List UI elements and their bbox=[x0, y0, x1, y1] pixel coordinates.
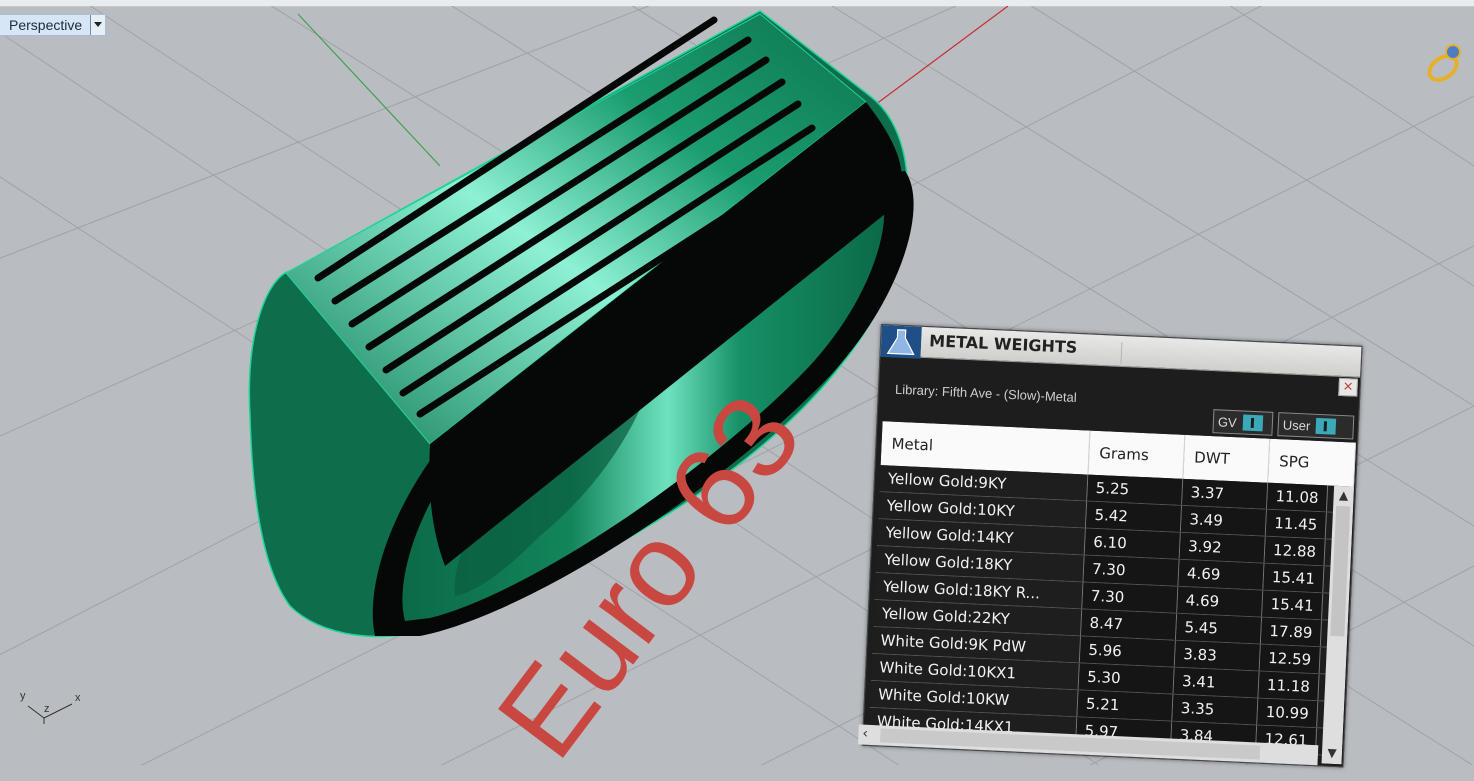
dwt-cell: 3.35 bbox=[1172, 694, 1259, 725]
spg-cell: 11.45 bbox=[1265, 509, 1327, 539]
axis-z-label: z bbox=[44, 703, 50, 715]
ring-model[interactable] bbox=[248, 10, 914, 638]
user-toggle[interactable]: User bbox=[1277, 412, 1355, 440]
grams-cell: 8.47 bbox=[1081, 609, 1178, 640]
dwt-cell: 3.92 bbox=[1179, 532, 1266, 563]
spg-cell: 11.18 bbox=[1258, 671, 1320, 701]
scroll-left-icon[interactable]: ‹ bbox=[862, 726, 868, 742]
dwt-cell: 3.83 bbox=[1174, 640, 1261, 671]
close-icon[interactable]: × bbox=[1338, 377, 1359, 397]
grams-cell: 5.42 bbox=[1085, 501, 1183, 532]
grams-cell: 5.25 bbox=[1087, 474, 1184, 505]
x-axis-line bbox=[859, 6, 1009, 117]
panel-title: METAL WEIGHTS bbox=[928, 331, 1078, 357]
grams-cell: 5.21 bbox=[1077, 690, 1174, 721]
spg-cell: 11.08 bbox=[1267, 482, 1329, 512]
vertical-scroll-thumb[interactable] bbox=[1330, 505, 1351, 637]
user-toggle-switch[interactable] bbox=[1315, 417, 1337, 435]
grams-cell: 5.30 bbox=[1078, 663, 1175, 694]
spg-cell: 10.99 bbox=[1257, 698, 1319, 728]
axis-y-label: y bbox=[20, 690, 26, 702]
ring-logo-icon[interactable] bbox=[1423, 40, 1469, 86]
viewport-title-tab[interactable]: Perspective bbox=[0, 14, 107, 36]
spg-cell: 12.88 bbox=[1264, 536, 1326, 566]
column-header-grams[interactable]: Grams bbox=[1088, 430, 1186, 479]
dwt-cell: 3.41 bbox=[1173, 667, 1260, 698]
column-header-spg[interactable]: SPG bbox=[1268, 438, 1357, 487]
metal-weights-table[interactable]: Metal Grams DWT SPG Yellow Gold:9KY 5.25 3… bbox=[867, 421, 1357, 765]
gv-toggle-switch[interactable] bbox=[1242, 414, 1264, 432]
grams-cell: 6.10 bbox=[1084, 528, 1181, 559]
spg-cell: 17.89 bbox=[1260, 617, 1323, 647]
grams-cell: 7.30 bbox=[1083, 555, 1180, 586]
gv-toggle-label: GV bbox=[1217, 413, 1238, 430]
grams-cell: 5.96 bbox=[1079, 636, 1176, 667]
dwt-cell: 3.37 bbox=[1182, 478, 1269, 509]
metal-weights-panel[interactable]: METAL WEIGHTS × Library: Fifth Ave - (Sl… bbox=[857, 324, 1363, 768]
spg-cell: 12.59 bbox=[1259, 644, 1321, 674]
library-label: Library: Fifth Ave - (Slow)-Metal bbox=[894, 381, 1078, 405]
dwt-cell: 5.45 bbox=[1175, 613, 1263, 644]
viewport-menu-dropdown-icon[interactable] bbox=[90, 15, 106, 35]
spg-cell: 15.41 bbox=[1263, 563, 1325, 593]
column-header-dwt[interactable]: DWT bbox=[1183, 434, 1271, 483]
y-axis-line bbox=[297, 13, 441, 167]
axis-x-label: x bbox=[75, 692, 81, 704]
user-toggle-label: User bbox=[1282, 416, 1311, 434]
spg-cell: 15.41 bbox=[1262, 590, 1324, 620]
dwt-cell: 3.49 bbox=[1180, 505, 1267, 536]
flask-icon bbox=[880, 325, 922, 359]
dwt-cell: 4.69 bbox=[1177, 586, 1264, 617]
viewport-name[interactable]: Perspective bbox=[0, 15, 90, 35]
grams-cell: 7.30 bbox=[1082, 582, 1179, 613]
scroll-down-icon[interactable]: ▼ bbox=[1322, 745, 1343, 762]
title-separator bbox=[1120, 341, 1123, 364]
scroll-up-icon[interactable]: ▲ bbox=[1333, 488, 1354, 505]
dwt-cell: 4.69 bbox=[1178, 559, 1265, 590]
gv-toggle[interactable]: GV bbox=[1212, 409, 1274, 436]
table-body: Yellow Gold:9KY 5.25 3.37 11.08 Yellow Gold:… bbox=[867, 465, 1355, 765]
